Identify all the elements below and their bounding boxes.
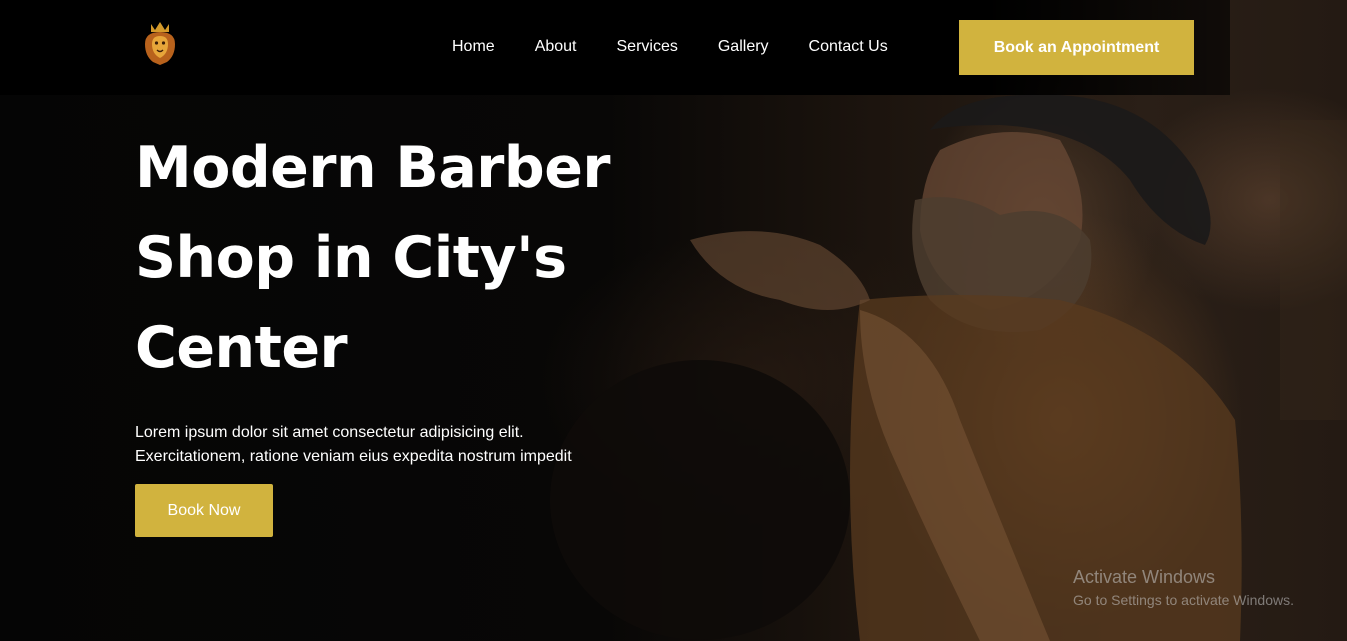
- hero-title: Modern Barber Shop in City's Center: [135, 123, 655, 393]
- nav-home[interactable]: Home: [452, 37, 495, 57]
- hero-description: Lorem ipsum dolor sit amet consectetur a…: [135, 421, 655, 469]
- nav-services[interactable]: Services: [617, 37, 678, 57]
- book-appointment-button[interactable]: Book an Appointment: [959, 20, 1194, 75]
- nav-gallery[interactable]: Gallery: [718, 37, 769, 57]
- hero-description-line: Exercitationem, ratione veniam eius expe…: [135, 448, 572, 465]
- watermark-subtitle: Go to Settings to activate Windows.: [1073, 592, 1294, 608]
- hero-description-line: Lorem ipsum dolor sit amet consectetur a…: [135, 424, 524, 441]
- lion-crown-logo-icon[interactable]: [141, 20, 179, 66]
- hero-title-line: Shop in City's: [135, 225, 567, 291]
- book-now-button[interactable]: Book Now: [135, 484, 273, 537]
- hero-title-line: Modern Barber: [135, 135, 610, 201]
- nav-contact-us[interactable]: Contact Us: [809, 37, 888, 57]
- watermark-title: Activate Windows: [1073, 567, 1216, 587]
- main-nav: Home About Services Gallery Contact Us: [452, 37, 928, 57]
- hero-title-line: Center: [135, 315, 348, 381]
- activate-windows-watermark: Activate Windows Go to Settings to activ…: [1073, 566, 1294, 610]
- top-navigation-bar: Home About Services Gallery Contact Us B…: [0, 0, 1230, 95]
- nav-about[interactable]: About: [535, 37, 577, 57]
